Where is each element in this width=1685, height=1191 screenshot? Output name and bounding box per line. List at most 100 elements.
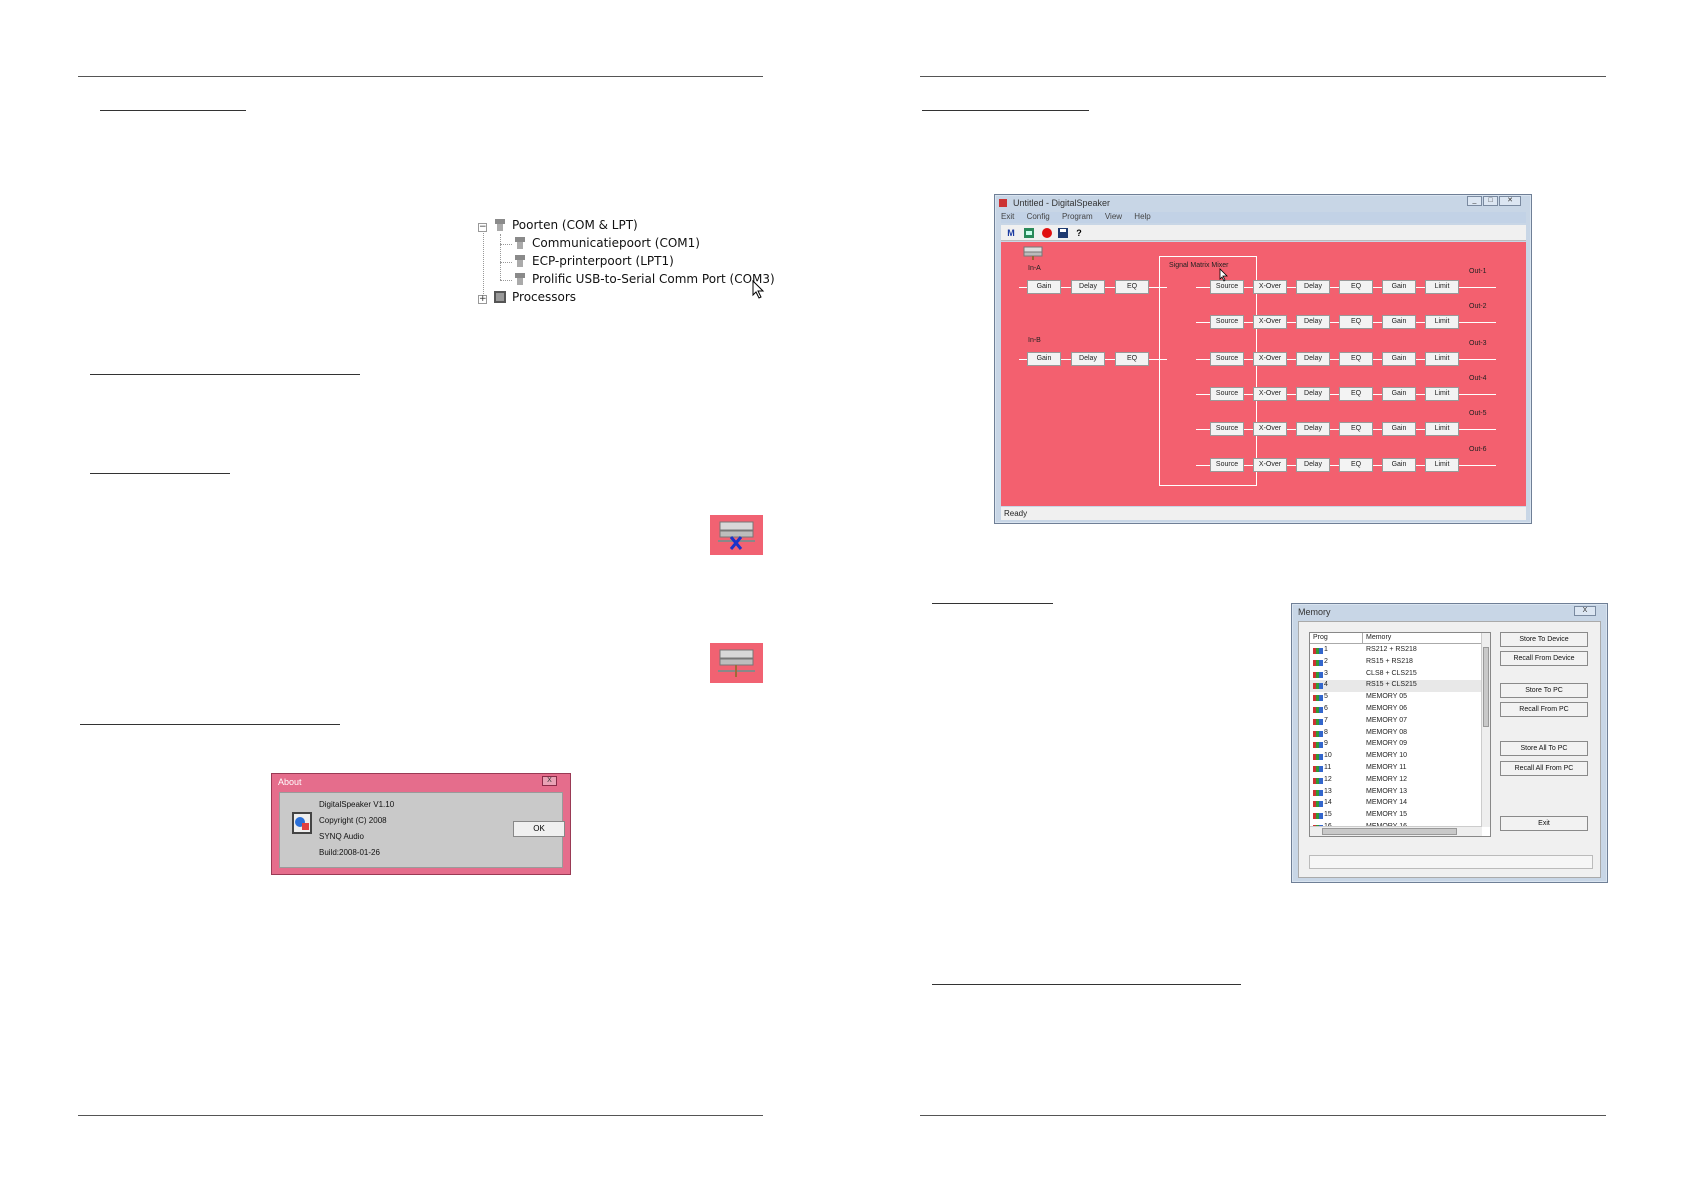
output-limit-block[interactable]: Limit <box>1425 315 1459 329</box>
memory-list-item[interactable]: 9 MEMORY 09 <box>1310 739 1482 751</box>
digital-speaker-window: Untitled - DigitalSpeaker _ □ ✕ Exit Con… <box>994 194 1532 524</box>
window-title: Untitled - DigitalSpeaker <box>1013 198 1111 208</box>
output-gain-block[interactable]: Gain <box>1382 387 1416 401</box>
output-limit-block[interactable]: Limit <box>1425 352 1459 366</box>
minimize-button[interactable]: _ <box>1467 196 1482 206</box>
expand-processors-toggle[interactable]: + <box>478 295 487 304</box>
recall-from-pc-button[interactable]: Recall From PC <box>1500 702 1588 717</box>
memory-list-item[interactable]: 2 RS15 + RS218 <box>1310 657 1482 669</box>
memory-list-item[interactable]: 11 MEMORY 11 <box>1310 763 1482 775</box>
vertical-scrollbar[interactable] <box>1481 633 1490 827</box>
tree-node-label: Communicatiepoort (COM1) <box>532 236 700 250</box>
prog-number: 14 <box>1324 799 1332 807</box>
collapse-ports-toggle[interactable]: − <box>478 223 487 232</box>
memory-name: MEMORY 06 <box>1366 705 1407 712</box>
output-delay-block[interactable]: Delay <box>1296 387 1330 401</box>
exit-button[interactable]: Exit <box>1500 816 1588 831</box>
memory-window: Memory X Prog Memory 1 RS212 + RS218 2 RS15… <box>1291 603 1608 883</box>
output-gain-block[interactable]: Gain <box>1382 352 1416 366</box>
memory-list-item[interactable]: 12 MEMORY 12 <box>1310 775 1482 787</box>
memory-list-item[interactable]: 5 MEMORY 05 <box>1310 692 1482 704</box>
store-to-pc-button[interactable]: Store To PC <box>1500 683 1588 698</box>
memory-list-item[interactable]: 10 MEMORY 10 <box>1310 751 1482 763</box>
memory-icon[interactable] <box>1023 227 1035 239</box>
output-delay-block[interactable]: Delay <box>1296 280 1330 294</box>
memory-slot-icon <box>1313 683 1323 690</box>
horizontal-scrollbar[interactable] <box>1310 826 1482 836</box>
record-icon[interactable] <box>1041 227 1053 239</box>
output-delay-block[interactable]: Delay <box>1296 422 1330 436</box>
output-limit-block[interactable]: Limit <box>1425 422 1459 436</box>
memory-list-item[interactable]: 6 MEMORY 06 <box>1310 704 1482 716</box>
output-limit-block[interactable]: Limit <box>1425 280 1459 294</box>
about-version: DigitalSpeaker V1.10 <box>319 800 395 809</box>
output-limit-block[interactable]: Limit <box>1425 387 1459 401</box>
recall-all-from-pc-button[interactable]: Recall All From PC <box>1500 761 1588 776</box>
output-eq-block[interactable]: EQ <box>1339 352 1373 366</box>
toolbar-m-button[interactable]: M <box>1005 227 1017 239</box>
output-source-block[interactable]: Source <box>1210 458 1244 472</box>
col-prog-header[interactable]: Prog <box>1313 634 1328 641</box>
save-icon[interactable] <box>1057 227 1069 239</box>
output-eq-block[interactable]: EQ <box>1339 315 1373 329</box>
input-eq-block[interactable]: EQ <box>1115 352 1149 366</box>
input-gain-block[interactable]: Gain <box>1027 352 1061 366</box>
output-xover-block[interactable]: X-Over <box>1253 315 1287 329</box>
memory-slot-icon <box>1313 648 1323 654</box>
output-limit-block[interactable]: Limit <box>1425 458 1459 472</box>
output-xover-block[interactable]: X-Over <box>1253 387 1287 401</box>
memory-list-item[interactable]: 7 MEMORY 07 <box>1310 716 1482 728</box>
output-gain-block[interactable]: Gain <box>1382 315 1416 329</box>
memory-slot-icon <box>1313 659 1323 666</box>
memory-list-item[interactable]: 1 RS212 + RS218 <box>1310 645 1482 657</box>
memory-list-item[interactable]: 3 CLS8 + CLS215 <box>1310 669 1482 681</box>
output-source-block[interactable]: Source <box>1210 352 1244 366</box>
output-eq-block[interactable]: EQ <box>1339 422 1373 436</box>
memory-list-item[interactable]: 15 MEMORY 15 <box>1310 810 1482 822</box>
close-button[interactable]: ✕ <box>1499 196 1521 206</box>
prog-number: 8 <box>1324 728 1328 736</box>
output-delay-block[interactable]: Delay <box>1296 352 1330 366</box>
output-xover-block[interactable]: X-Over <box>1253 280 1287 294</box>
left-heading-rule-4 <box>80 724 340 725</box>
menu-view[interactable]: View <box>1105 212 1122 221</box>
output-gain-block[interactable]: Gain <box>1382 422 1416 436</box>
prog-number: 11 <box>1324 764 1332 771</box>
memory-list[interactable]: Prog Memory 1 RS212 + RS218 2 RS15 + RS218 3… <box>1309 632 1491 837</box>
memory-list-item[interactable]: 13 MEMORY 13 <box>1310 787 1482 799</box>
menu-config[interactable]: Config <box>1027 212 1050 221</box>
col-memory-header[interactable]: Memory <box>1366 634 1391 641</box>
output-delay-block[interactable]: Delay <box>1296 315 1330 329</box>
menu-exit[interactable]: Exit <box>1001 212 1014 221</box>
output-source-block[interactable]: Source <box>1210 280 1244 294</box>
output-gain-block[interactable]: Gain <box>1382 458 1416 472</box>
output-gain-block[interactable]: Gain <box>1382 280 1416 294</box>
output-source-block[interactable]: Source <box>1210 422 1244 436</box>
help-icon[interactable]: ? <box>1073 227 1085 239</box>
memory-list-item[interactable]: 14 MEMORY 14 <box>1310 798 1482 810</box>
input-delay-block[interactable]: Delay <box>1071 280 1105 294</box>
input-eq-block[interactable]: EQ <box>1115 280 1149 294</box>
menu-program[interactable]: Program <box>1062 212 1093 221</box>
menu-help[interactable]: Help <box>1134 212 1150 221</box>
output-xover-block[interactable]: X-Over <box>1253 458 1287 472</box>
input-gain-block[interactable]: Gain <box>1027 280 1061 294</box>
memory-list-item[interactable]: 4 RS15 + CLS215 <box>1310 680 1482 693</box>
input-delay-block[interactable]: Delay <box>1071 352 1105 366</box>
output-eq-block[interactable]: EQ <box>1339 458 1373 472</box>
store-all-to-pc-button[interactable]: Store All To PC <box>1500 741 1588 756</box>
output-source-block[interactable]: Source <box>1210 315 1244 329</box>
output-eq-block[interactable]: EQ <box>1339 387 1373 401</box>
memory-close-button[interactable]: X <box>1574 606 1596 616</box>
output-delay-block[interactable]: Delay <box>1296 458 1330 472</box>
recall-from-device-button[interactable]: Recall From Device <box>1500 651 1588 666</box>
output-eq-block[interactable]: EQ <box>1339 280 1373 294</box>
output-xover-block[interactable]: X-Over <box>1253 352 1287 366</box>
output-xover-block[interactable]: X-Over <box>1253 422 1287 436</box>
store-to-device-button[interactable]: Store To Device <box>1500 632 1588 647</box>
maximize-button[interactable]: □ <box>1483 196 1498 206</box>
memory-list-item[interactable]: 8 MEMORY 08 <box>1310 728 1482 740</box>
about-close-button[interactable]: X <box>542 776 557 786</box>
ok-button[interactable]: OK <box>513 821 565 837</box>
output-source-block[interactable]: Source <box>1210 387 1244 401</box>
